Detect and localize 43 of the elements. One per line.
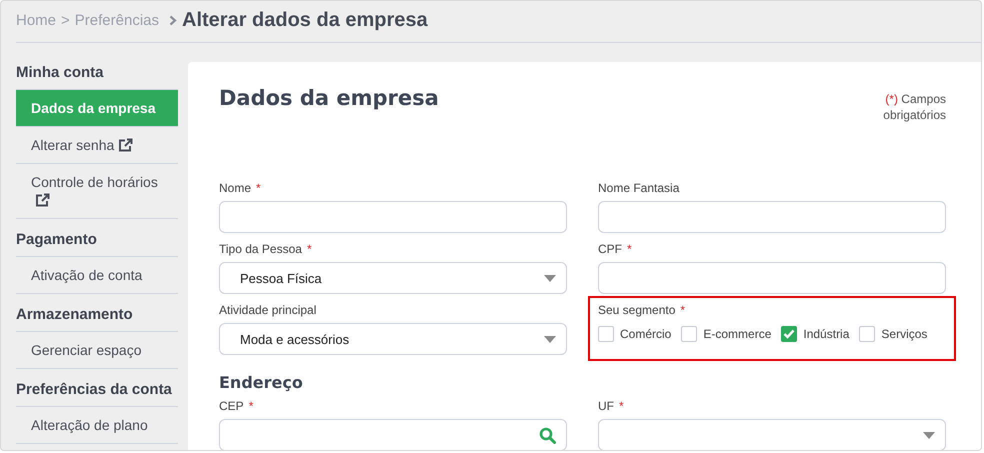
field-label: Atividade principal xyxy=(219,303,318,317)
field-label: Nome * xyxy=(219,181,262,195)
field-label: Seu segmento * xyxy=(598,303,686,317)
sidebar-heading: Preferências da conta xyxy=(16,379,178,407)
caret-icon xyxy=(544,274,556,282)
text-field[interactable] xyxy=(219,201,567,233)
checkbox-label: Serviços xyxy=(881,327,928,341)
select-field[interactable]: Pessoa Física xyxy=(219,262,567,294)
text-field[interactable] xyxy=(598,262,946,294)
chevron-icon xyxy=(169,15,177,26)
section-title: Dados da empresa xyxy=(219,86,439,110)
select-field[interactable] xyxy=(598,419,946,450)
sidebar-heading: Armazenamento xyxy=(16,304,178,332)
sidebar-item[interactable]: Ativação de conta xyxy=(16,257,178,294)
sidebar-item[interactable]: Gerenciar espaço xyxy=(16,332,178,369)
checkbox-label: E-commerce xyxy=(703,327,772,341)
field-label: UF * xyxy=(598,399,625,413)
checkbox[interactable] xyxy=(598,326,614,342)
field-label: Nome Fantasia xyxy=(598,181,680,195)
sidebar-item[interactable]: Alteração de plano xyxy=(16,407,178,444)
page-title: Alterar dados da empresa xyxy=(182,9,428,32)
caret-icon xyxy=(544,336,556,342)
sidebar-item[interactable]: Controle de horários xyxy=(16,164,178,219)
select-field[interactable]: Moda e acessórios xyxy=(219,323,567,355)
text-field[interactable] xyxy=(598,201,946,233)
breadcrumb-separator: > xyxy=(61,12,70,29)
field-label: Tipo da Pessoa * xyxy=(219,242,313,256)
search-icon[interactable] xyxy=(539,426,556,444)
field-label: CEP * xyxy=(219,399,254,413)
sidebar-item[interactable]: Alterar senha xyxy=(16,127,178,164)
external-link-icon xyxy=(118,138,134,152)
field-label: CPF * xyxy=(598,242,633,256)
checkbox-label: Comércio xyxy=(620,327,672,341)
external-link-icon xyxy=(35,193,50,207)
required-fields-note: (*) Campos obrigatórios xyxy=(882,91,946,123)
section-heading: Endereço xyxy=(219,373,304,392)
checkbox[interactable] xyxy=(681,326,698,342)
caret-icon xyxy=(923,432,935,438)
sidebar-heading: Pagamento xyxy=(16,229,178,257)
checkbox-label: Indústria xyxy=(803,327,850,341)
checkbox[interactable] xyxy=(859,326,876,342)
search-field[interactable] xyxy=(219,419,567,450)
checkbox[interactable] xyxy=(781,326,798,342)
